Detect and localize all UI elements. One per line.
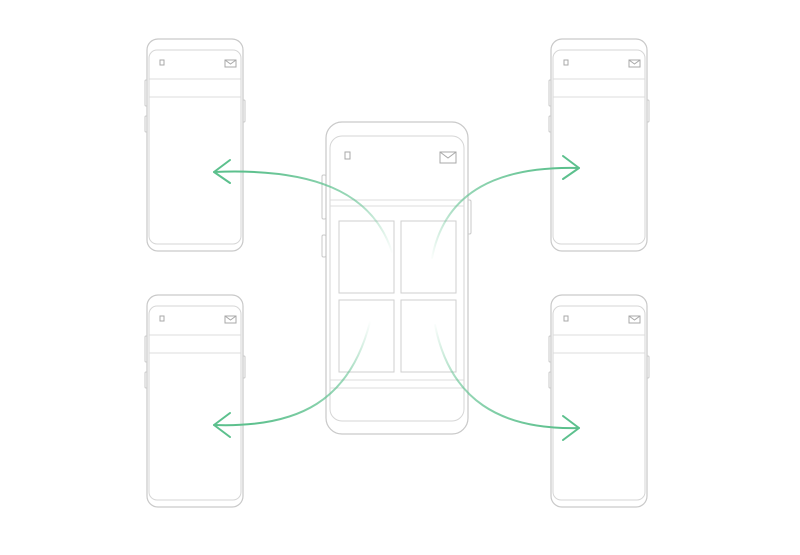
- grid-tile: [400, 299, 457, 373]
- phone-center: [321, 121, 472, 435]
- grid-tile: [338, 220, 395, 294]
- phone-top-left: [144, 38, 246, 252]
- phone-bottom-left: [144, 294, 246, 508]
- phone-top-right: [548, 38, 650, 252]
- grid-tile: [400, 220, 457, 294]
- diagram-canvas: [0, 0, 800, 555]
- phone-navigation-diagram: [144, 38, 650, 508]
- phone-bottom-right: [548, 294, 650, 508]
